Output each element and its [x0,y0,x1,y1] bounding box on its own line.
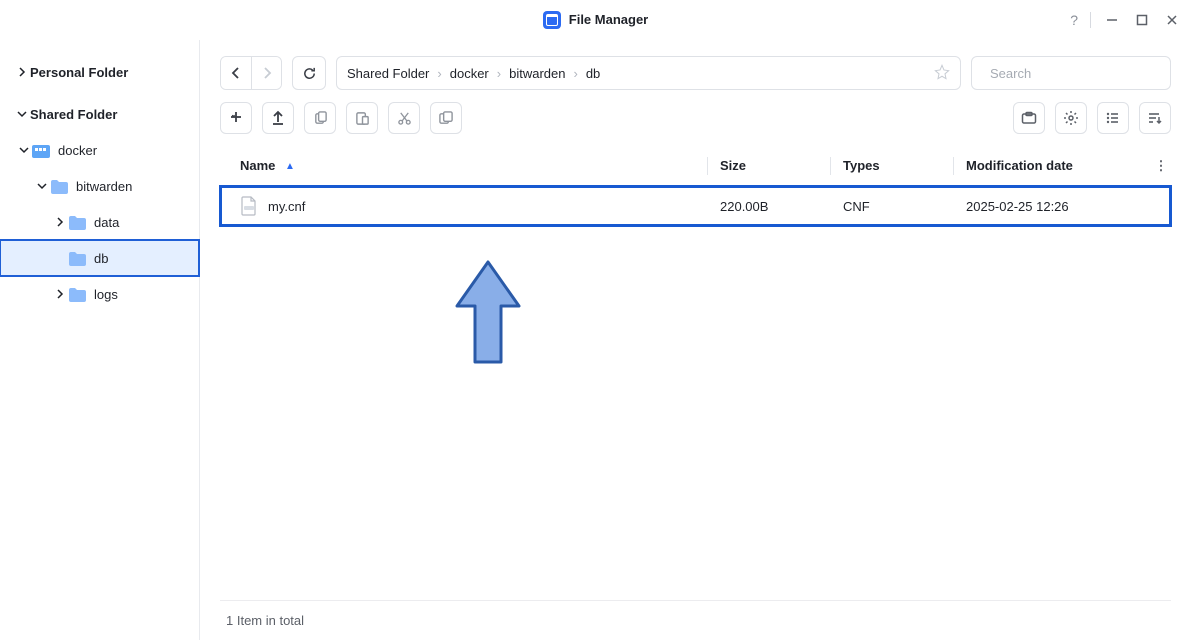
maximize-button[interactable] [1133,11,1151,29]
minimize-button[interactable] [1103,11,1121,29]
sidebar: Personal Folder Shared Folder docker bit… [0,40,200,640]
breadcrumb: Shared Folder › docker › bitwarden › db [336,56,961,90]
tree-label: Shared Folder [30,107,117,122]
search-input[interactable] [990,66,1166,81]
chevron-right-icon: › [573,66,577,81]
breadcrumb-item[interactable]: bitwarden [509,66,565,81]
file-name: my.cnf [268,199,305,214]
chevron-down-icon [16,145,32,155]
settings-button[interactable] [1055,102,1087,134]
favorite-star-icon[interactable] [934,64,950,83]
column-menu-button[interactable]: ⋮ [1151,158,1171,174]
folder-icon [50,179,68,194]
folder-icon [68,287,86,302]
status-total: 1 Item in total [226,613,304,628]
column-types-header[interactable]: Types [843,158,953,173]
chevron-right-icon [14,67,30,77]
file-table: Name ▲ Size Types Modification date ⋮ my… [220,146,1171,600]
file-type: CNF [843,199,953,214]
tree-label: db [94,251,108,266]
table-row[interactable]: my.cnf 220.00B CNF 2025-02-25 12:26 [220,186,1171,226]
tree-label: data [94,215,119,230]
tree-item-db[interactable]: db [0,240,199,276]
tree-item-data[interactable]: data [0,204,199,240]
tree-label: docker [58,143,97,158]
forward-button[interactable] [251,57,281,89]
new-button[interactable] [220,102,252,134]
sidebar-item-personal[interactable]: Personal Folder [0,54,199,90]
status-bar: 1 Item in total [220,600,1171,640]
chevron-right-icon: › [497,66,501,81]
file-icon [240,196,258,216]
sort-asc-icon: ▲ [285,161,295,172]
tree-item-bitwarden[interactable]: bitwarden [0,168,199,204]
content-pane: Shared Folder › docker › bitwarden › db [200,40,1191,640]
new-window-button[interactable] [430,102,462,134]
chevron-right-icon [52,217,68,227]
help-icon[interactable]: ? [1070,12,1078,28]
sort-button[interactable] [1139,102,1171,134]
window-title: File Manager [569,12,648,27]
cut-button[interactable] [388,102,420,134]
tree-label: logs [94,287,118,302]
refresh-button[interactable] [292,56,326,90]
tree-label: bitwarden [76,179,132,194]
nav-history-group [220,56,282,90]
breadcrumb-item[interactable]: Shared Folder [347,66,429,81]
file-date: 2025-02-25 12:26 [966,199,1151,214]
sidebar-item-shared[interactable]: Shared Folder [0,96,199,132]
back-button[interactable] [221,57,251,89]
column-date-header[interactable]: Modification date [966,158,1151,173]
view-list-button[interactable] [1097,102,1129,134]
column-size-header[interactable]: Size [720,158,830,173]
chevron-down-icon [14,109,30,119]
column-name-header[interactable]: Name ▲ [240,158,707,173]
tree-item-logs[interactable]: logs [0,276,199,312]
tree-label: Personal Folder [30,65,128,80]
title-bar: File Manager ? [0,0,1191,40]
file-size: 220.00B [720,199,830,214]
docker-icon [32,143,50,158]
close-button[interactable] [1163,11,1181,29]
divider [1090,12,1091,28]
copy-button[interactable] [304,102,336,134]
search-box[interactable] [971,56,1171,90]
upload-button[interactable] [262,102,294,134]
chevron-right-icon [52,289,68,299]
chevron-right-icon: › [437,66,441,81]
table-header: Name ▲ Size Types Modification date ⋮ [220,146,1171,186]
breadcrumb-item[interactable]: docker [450,66,489,81]
breadcrumb-item[interactable]: db [586,66,600,81]
folder-icon [68,251,86,266]
paste-button[interactable] [346,102,378,134]
archive-button[interactable] [1013,102,1045,134]
tree-item-docker[interactable]: docker [0,132,199,168]
app-icon [543,11,561,29]
folder-icon [68,215,86,230]
chevron-down-icon [34,181,50,191]
